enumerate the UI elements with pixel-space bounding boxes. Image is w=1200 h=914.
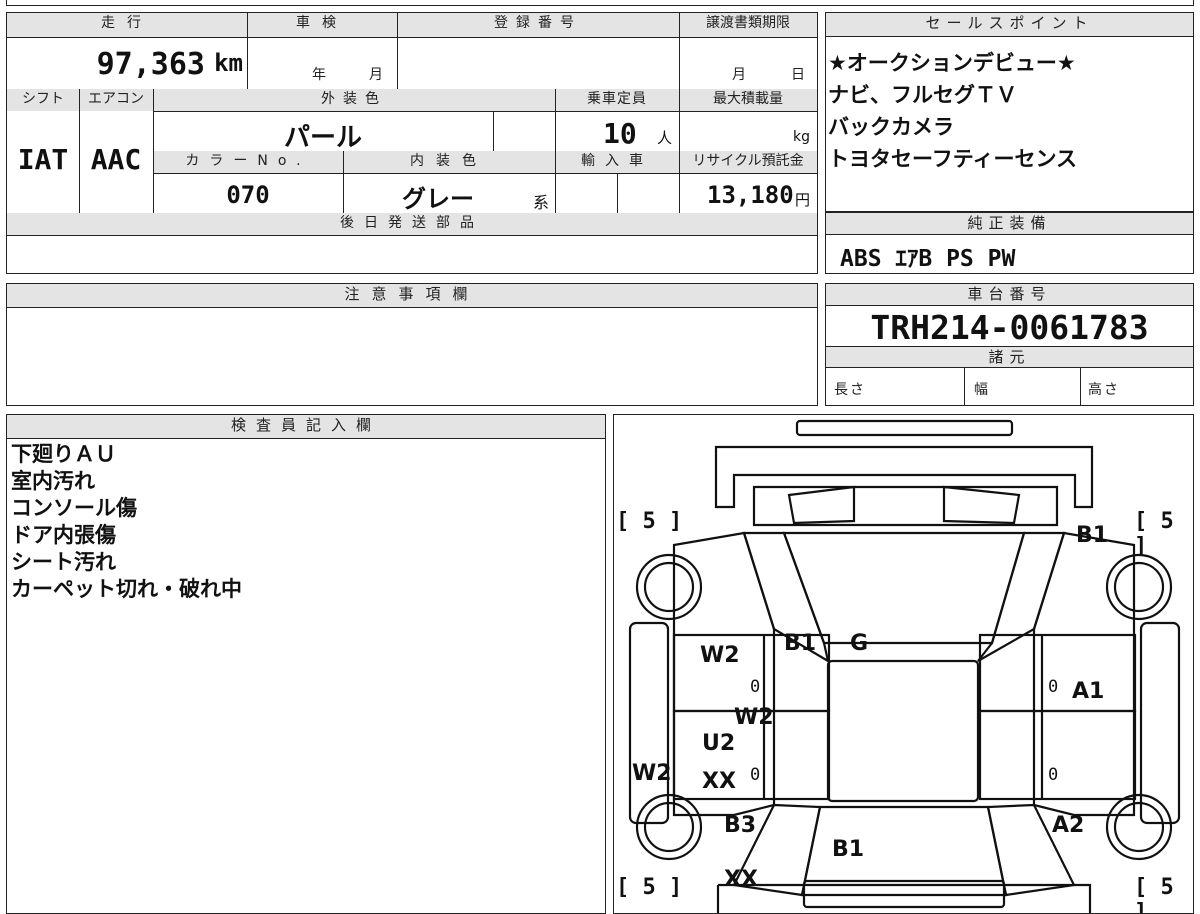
chassis-panel: 車台番号 TRH214-0061783 諸元 長さ 幅 高さ [825, 283, 1194, 406]
inspector-note: カーペット切れ・破れ中 [11, 577, 242, 601]
inspector-note: シート汚れ [11, 550, 116, 574]
inspector-header: 検査員記入欄 [7, 415, 605, 439]
inspector-note: ドア内張傷 [11, 523, 116, 547]
shaken-month-unit: 月 [369, 67, 386, 83]
transfer-month-unit: 月 [732, 67, 749, 83]
equipment-header: 純正装備 [826, 213, 1193, 235]
damage-mark: A2 [1052, 813, 1085, 838]
tire-grade-front-left: [ 5 ] [616, 509, 683, 534]
transfer-day-unit: 日 [791, 67, 808, 83]
damage-diagram-panel: [ 5 ] [ 5 ] [ 5 ] [ 5 ] B1 B1 G W2 A1 W2… [613, 414, 1194, 914]
interior-color-label: 内装色 [343, 151, 555, 173]
exterior-color-value: パール [283, 123, 362, 153]
shift-value: IAT [17, 143, 69, 176]
capacity-unit: 人 [657, 129, 673, 147]
specs-header: 諸元 [826, 346, 1193, 368]
tire-grade-front-right: [ 5 ] [1134, 509, 1174, 559]
tire-grade-rear-left: [ 5 ] [616, 875, 683, 900]
inspector-note: コンソール傷 [11, 496, 137, 520]
height-label: 高さ [1088, 382, 1120, 398]
transfer-deadline-label: 譲渡書類期限 [679, 13, 817, 37]
recycle-value: 13,180 [707, 181, 794, 209]
color-no-value: 070 [226, 181, 270, 209]
damage-mark: U2 [702, 731, 736, 756]
capacity-value: 10 [603, 117, 637, 150]
color-no-label: カラーNo. [153, 151, 343, 173]
sales-points-panel: セールスポイント ★オークションデビュー★ ナビ、フルセグＴＶ バックカメラ ト… [825, 12, 1194, 212]
sales-point-line: ★オークションデビュー★ [828, 51, 1076, 75]
sales-point-line: バックカメラ [828, 115, 954, 139]
chassis-number: TRH214-0061783 [870, 308, 1149, 347]
damage-mark: B1 [784, 631, 817, 656]
exterior-color-label: 外装色 [153, 89, 555, 111]
sales-point-line: トヨタセーフティーセンス [828, 147, 1078, 171]
shaken-year-unit: 年 [312, 67, 329, 83]
max-load-unit: kg [793, 129, 810, 145]
mileage-value-cell: 97,363 km [7, 37, 247, 89]
notes-panel: 注意事項欄 [6, 283, 818, 406]
inspector-note: 下廻りＡＵ [11, 442, 116, 466]
damage-mark: XX [702, 769, 736, 794]
door-marker: 0 [1048, 677, 1059, 697]
damage-mark: B3 [724, 813, 757, 838]
damage-mark: W2 [632, 761, 672, 786]
interior-color-suffix: 系 [533, 193, 550, 212]
mileage-label: 走行 [7, 13, 247, 37]
inspector-panel: 検査員記入欄 下廻りＡＵ 室内汚れ コンソール傷 ドア内張傷 シート汚れ カーペ… [6, 414, 606, 914]
ac-label: エアコン [79, 89, 153, 111]
import-label: 輸入車 [555, 151, 679, 173]
inspector-notes-list: 下廻りＡＵ 室内汚れ コンソール傷 ドア内張傷 シート汚れ カーペット切れ・破れ… [11, 441, 242, 603]
vehicle-info-table: 走行 車検 登録番号 譲渡書類期限 97,363 km 年 月 月 日 シフト … [6, 12, 818, 274]
mileage-unit: km [214, 49, 243, 77]
ac-value: AAC [90, 143, 142, 176]
top-strip [6, 0, 1194, 6]
damage-mark: B1 [832, 837, 865, 862]
shaken-label: 車検 [247, 13, 397, 37]
equipment-value: ABS ｴｱB PS PW [840, 246, 1016, 272]
damage-mark: G [850, 631, 869, 656]
later-parts-label: 後日発送部品 [7, 213, 817, 235]
sales-points-header: セールスポイント [826, 13, 1193, 37]
recycle-label: リサイクル預託金 [679, 151, 817, 173]
damage-mark: W2 [734, 705, 774, 730]
mileage-value: 97,363 [96, 47, 205, 82]
door-marker: 0 [750, 765, 761, 785]
tire-grade-rear-right: [ 5 ] [1134, 875, 1174, 914]
damage-mark: XX [724, 867, 758, 892]
damage-mark: W2 [700, 643, 740, 668]
registration-label: 登録番号 [397, 13, 679, 37]
max-load-label: 最大積載量 [679, 89, 817, 111]
damage-mark: A1 [1072, 679, 1105, 704]
sales-points-list: ★オークションデビュー★ ナビ、フルセグＴＶ バックカメラ トヨタセーフティーセ… [828, 47, 1077, 175]
width-label: 幅 [974, 382, 991, 398]
length-label: 長さ [834, 382, 866, 398]
recycle-unit: 円 [795, 191, 811, 209]
door-marker: 0 [1048, 765, 1059, 785]
shift-label: シフト [7, 89, 79, 111]
sales-point-line: ナビ、フルセグＴＶ [828, 83, 1017, 107]
inspector-note: 室内汚れ [11, 469, 95, 493]
equipment-panel: 純正装備 ABS ｴｱB PS PW [825, 212, 1194, 274]
chassis-header: 車台番号 [826, 284, 1193, 306]
damage-mark: B1 [1076, 523, 1109, 548]
interior-color-value: グレー [402, 185, 474, 213]
door-marker: 0 [750, 677, 761, 697]
capacity-label: 乗車定員 [555, 89, 679, 111]
notes-header: 注意事項欄 [7, 284, 817, 308]
